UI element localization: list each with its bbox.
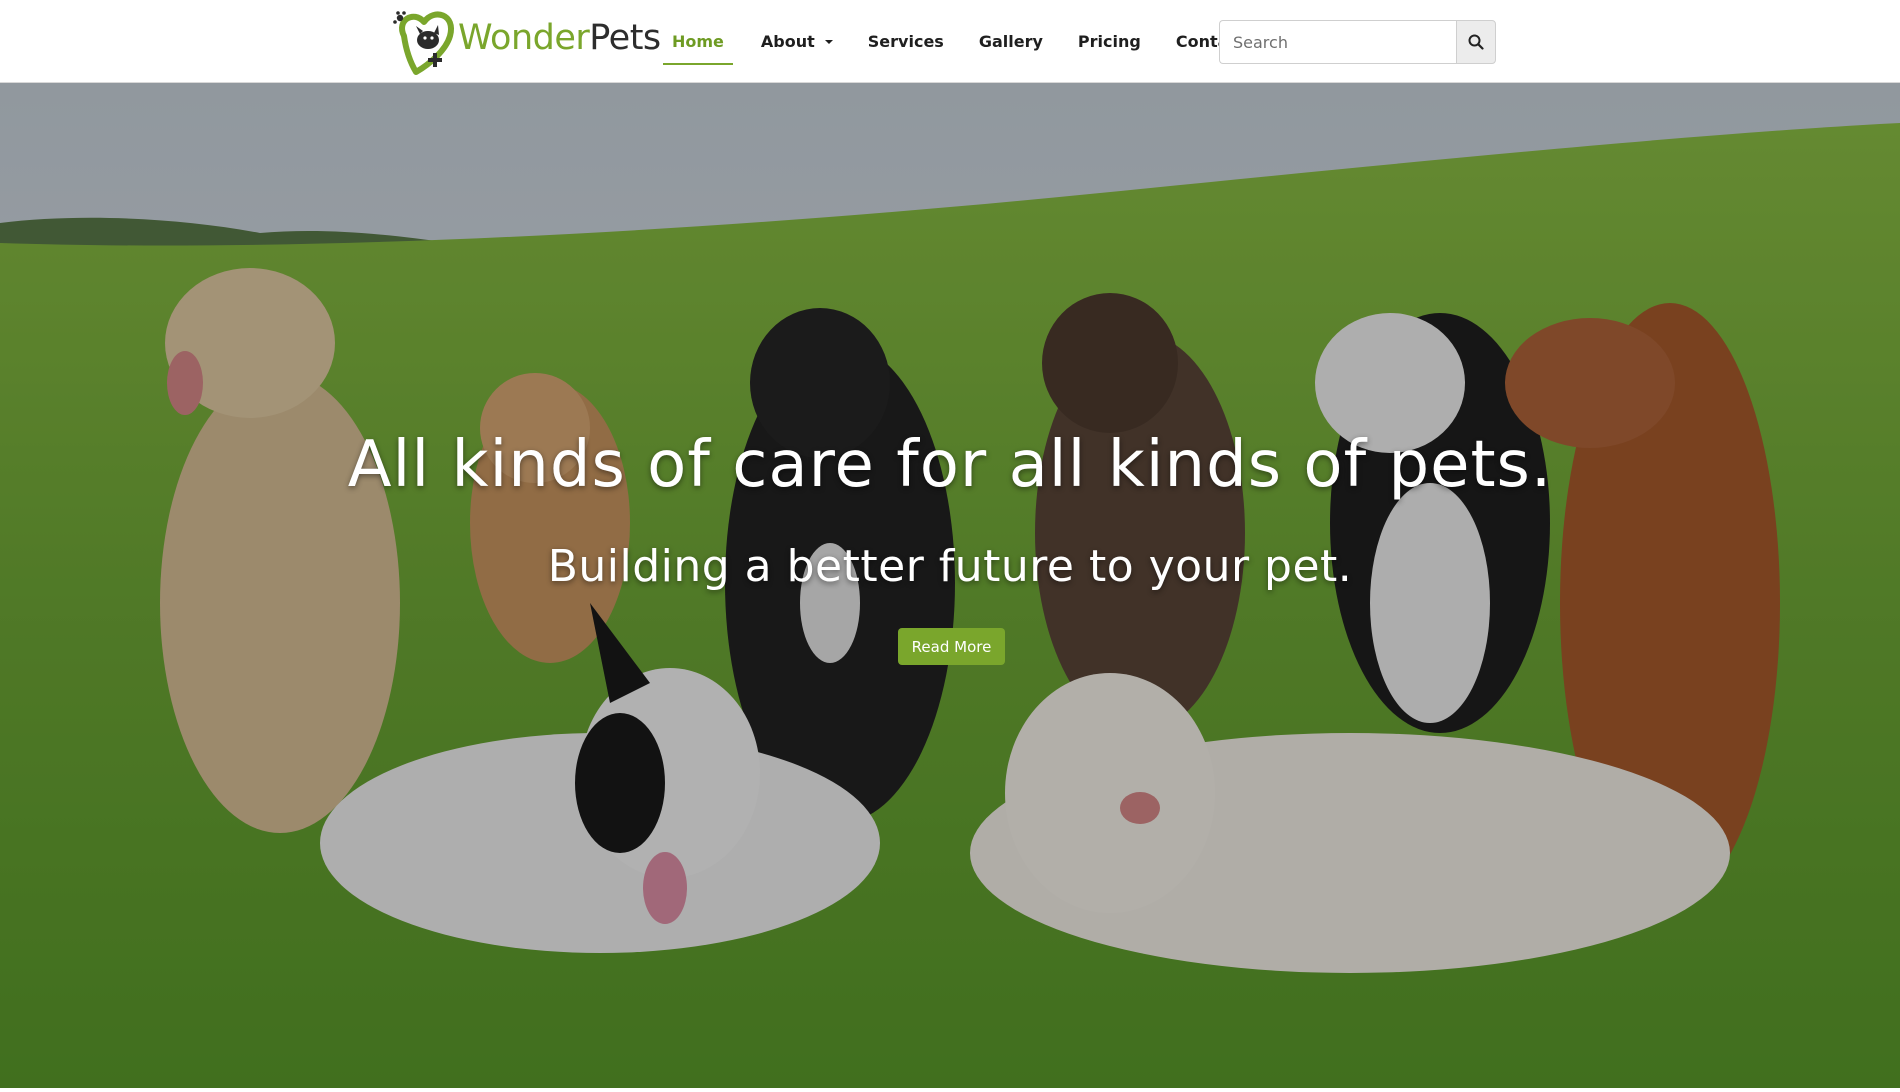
chevron-down-icon xyxy=(824,39,833,44)
nav-about[interactable]: About xyxy=(733,0,850,83)
nav-services-label: Services xyxy=(867,32,944,51)
brand-logo[interactable]: WonderPets xyxy=(390,6,661,78)
paw-heart-cross-icon xyxy=(390,6,468,78)
nav-pricing[interactable]: Pricing xyxy=(1060,0,1158,83)
nav-pricing-label: Pricing xyxy=(1077,32,1141,51)
main-nav: Home About Services Gallery Pricing Cont… xyxy=(663,0,1263,83)
brand-name: WonderPets xyxy=(458,18,661,58)
top-navbar: WonderPets Home About Services Gallery P… xyxy=(0,0,1900,83)
hero-heading: All kinds of care for all kinds of pets. xyxy=(347,428,1553,502)
hero-subheading: Building a better future to your pet. xyxy=(547,541,1353,592)
search-button[interactable] xyxy=(1456,20,1496,64)
nav-about-label: About xyxy=(760,32,815,51)
search-icon xyxy=(1468,34,1484,50)
search-form xyxy=(1219,20,1496,64)
nav-home[interactable]: Home xyxy=(663,0,733,83)
page-bottom-edge xyxy=(0,1088,1900,1092)
brand-name-pets: Pets xyxy=(589,18,661,58)
brand-name-wonder: Wonder xyxy=(458,18,590,58)
nav-home-label: Home xyxy=(672,32,724,51)
search-input[interactable] xyxy=(1219,20,1456,64)
read-more-button[interactable]: Read More xyxy=(898,628,1005,665)
nav-gallery-label: Gallery xyxy=(978,32,1043,51)
nav-gallery[interactable]: Gallery xyxy=(961,0,1060,83)
nav-services[interactable]: Services xyxy=(850,0,961,83)
hero-section: All kinds of care for all kinds of pets.… xyxy=(0,83,1900,1088)
